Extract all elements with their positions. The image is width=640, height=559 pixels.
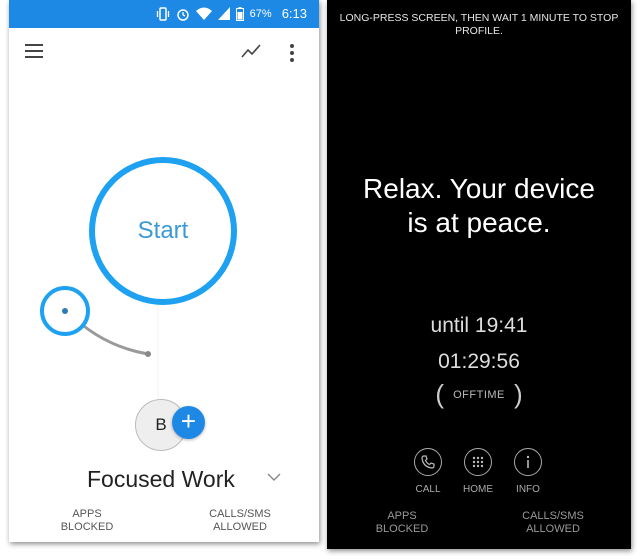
offtime-label: OFFTIME	[453, 388, 505, 401]
calls-allowed-label: CALLS/SMS ALLOWED	[522, 510, 584, 535]
profile-name: Focused Work	[87, 466, 235, 492]
time-dial-knob[interactable]	[40, 286, 90, 336]
apps-blocked-label[interactable]: APPS BLOCKED	[57, 508, 117, 534]
until-time: until 19:41	[430, 314, 528, 337]
calls-allowed-label[interactable]: CALLS/SMS ALLOWED	[205, 508, 275, 534]
countdown-timer: 01:29:56	[438, 350, 520, 373]
lock-screen[interactable]: LONG-PRESS SCREEN, THEN WAIT 1 MINUTE TO…	[327, 0, 631, 549]
paren-open: (	[435, 379, 445, 409]
plus-icon: +	[180, 406, 197, 436]
chevron-down-icon[interactable]	[267, 473, 281, 481]
info-button[interactable]: INFO	[498, 448, 558, 495]
stop-profile-hint: LONG-PRESS SCREEN, THEN WAIT 1 MINUTE TO…	[339, 12, 619, 37]
offtime-badge: ( OFFTIME )	[327, 379, 631, 410]
start-label: Start	[137, 217, 189, 244]
offtime-home-screen: 67% 6:13 Start B + Focused Work APPS BLO…	[9, 0, 319, 542]
add-profile-button[interactable]: +	[172, 406, 205, 439]
paren-close: )	[513, 379, 523, 409]
knob-center-dot	[62, 308, 68, 314]
apps-blocked-label: APPS BLOCKED	[375, 510, 429, 535]
phone-icon	[414, 448, 442, 476]
apps-grid-icon	[464, 448, 492, 476]
info-label: INFO	[516, 484, 540, 495]
relax-message: Relax. Your device is at peace.	[363, 173, 595, 238]
info-icon	[514, 448, 542, 476]
start-button[interactable]: Start	[89, 157, 237, 305]
profile-initial: B	[155, 415, 167, 434]
